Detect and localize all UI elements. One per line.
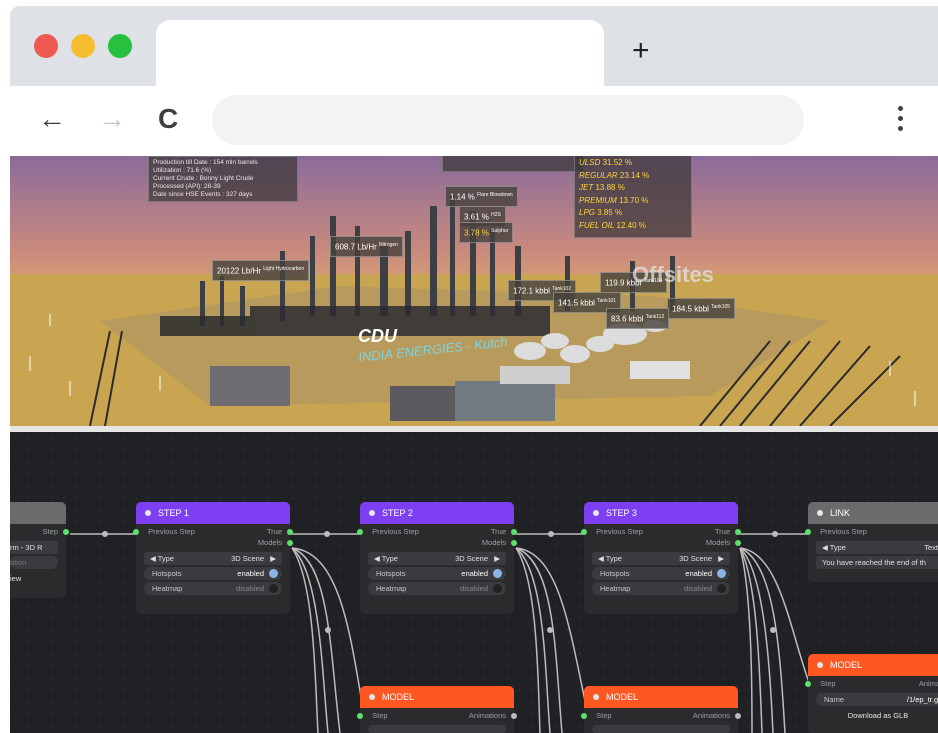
- link-previous-step-row: Previous Step: [805, 524, 938, 539]
- flare-tag[interactable]: 1.14 % Flare Blowdown: [445, 186, 518, 207]
- info-hse: Date since HSE Events : 327 days: [153, 191, 253, 198]
- info-crude: Current Crude : Bonny Light Crude: [153, 175, 254, 182]
- partial-node[interactable]: Step rm - 3D R ation iew: [10, 502, 69, 598]
- light-hydrocarbon-tag[interactable]: 20122 Lb/Hr Light Hydrocarbon: [212, 260, 310, 281]
- step-header[interactable]: STEP 2: [360, 502, 514, 524]
- model-step-row: Step Animations: [357, 708, 517, 723]
- download-glb-button[interactable]: Download as GLB: [808, 708, 938, 723]
- product-name: PREMIUM: [579, 195, 617, 205]
- reload-icon[interactable]: C: [158, 102, 178, 136]
- cdu-label: CDU: [358, 326, 397, 346]
- info-production: Production till Date : 154 mln barrels: [153, 159, 258, 166]
- heatmap-toggle[interactable]: Heatmap disabled: [368, 582, 506, 595]
- model-name-field[interactable]: [592, 725, 730, 733]
- partial-step-row: Step: [10, 524, 69, 539]
- more-menu-icon[interactable]: [898, 106, 908, 136]
- hotspots-toggle[interactable]: Hotspots enabled: [144, 567, 282, 580]
- address-bar[interactable]: [212, 95, 804, 145]
- forward-arrow-icon[interactable]: →: [98, 102, 126, 136]
- link-header[interactable]: LINK: [808, 502, 938, 524]
- partial-node-header: [10, 502, 66, 524]
- back-arrow-icon[interactable]: ←: [38, 102, 66, 136]
- partial-ation-field[interactable]: ation: [10, 556, 58, 569]
- model-header[interactable]: MODEL: [808, 654, 938, 676]
- info-processed: Processed (API): 28-39: [153, 183, 221, 190]
- product-name: REGULAR: [579, 170, 618, 180]
- product-name: LPG: [579, 208, 596, 217]
- product-name: JET: [579, 183, 594, 192]
- type-select[interactable]: ◀ Type 3D Scene ▶: [592, 552, 730, 565]
- node-editor-canvas[interactable]: Step rm - 3D R ation iew STEP 1 Previous…: [10, 432, 938, 733]
- offsites-label: Offsites: [632, 262, 714, 287]
- close-window-button[interactable]: [34, 34, 58, 58]
- product-value: 23.14 %: [619, 170, 650, 180]
- model-name-field[interactable]: [368, 725, 506, 733]
- product-name: ULSD: [579, 158, 601, 167]
- top-info-panel: [442, 156, 584, 172]
- product-name: FUEL OIL: [579, 220, 615, 230]
- product-value: 13.70 %: [619, 195, 649, 205]
- model-header[interactable]: MODEL: [360, 686, 514, 708]
- model-step-row: Step Animations: [581, 708, 741, 723]
- heatmap-toggle[interactable]: Heatmap disabled: [592, 582, 730, 595]
- model-step-row: StepAnimatio: [805, 676, 938, 691]
- info-utilization: Utilization : 71.6 (%): [153, 167, 212, 174]
- partial-form-field[interactable]: rm - 3D R: [10, 541, 58, 554]
- model-node[interactable]: MODEL StepAnimatio Name/1/ep_tr.glb Down…: [805, 654, 938, 733]
- sulphur-tag[interactable]: 3.78 % Sulphur: [459, 222, 514, 243]
- step-header[interactable]: STEP 1: [136, 502, 290, 524]
- active-tab[interactable]: [156, 20, 604, 86]
- step-node[interactable]: STEP 1 Previous Step True Models ◀ Type 3D…: [133, 502, 293, 614]
- type-select[interactable]: ◀ Type 3D Scene ▶: [144, 552, 282, 565]
- model-header[interactable]: MODEL: [584, 686, 738, 708]
- heatmap-toggle[interactable]: Heatmap disabled: [144, 582, 282, 595]
- link-type-select[interactable]: ◀ Type Text: [816, 541, 938, 554]
- partial-view-row: iew: [10, 574, 22, 583]
- type-select[interactable]: ◀ Type 3D Scene ▶: [368, 552, 506, 565]
- tank105-tag[interactable]: 184.5 kbbl Tank105: [667, 298, 736, 319]
- product-value: 13.88 %: [595, 183, 625, 192]
- refinery-3d-view[interactable]: Production till Date : 154 mln barrels U…: [10, 156, 938, 426]
- minimize-window-button[interactable]: [71, 34, 95, 58]
- hotspots-toggle[interactable]: Hotspots enabled: [368, 567, 506, 580]
- product-yield-panel: ULSD 31.52 % REGULAR 23.14 % JET 13.88 %…: [574, 156, 692, 238]
- link-message-field[interactable]: You have reached the end of th: [816, 556, 938, 569]
- nitrogen-tag[interactable]: 608.7 Lb/Hr Nitrogen: [330, 236, 403, 257]
- link-node[interactable]: LINK Previous Step ◀ Type Text You have r…: [805, 502, 938, 582]
- browser-window: + ← → C Production till Date: 154 mln b…: [0, 0, 938, 733]
- models-row: Models: [136, 535, 293, 550]
- step-node[interactable]: STEP 2 Previous Step True Models ◀ Type 3D…: [357, 502, 517, 614]
- models-row: Models: [360, 535, 517, 550]
- model-name-field[interactable]: Name/1/ep_tr.glb: [816, 693, 938, 706]
- tank112-tag[interactable]: 83.6 kbbl Tank112: [606, 308, 670, 329]
- product-value: 12.40 %: [616, 220, 646, 230]
- maximize-window-button[interactable]: [108, 34, 132, 58]
- step-node[interactable]: STEP 3 Previous Step True Models ◀ Type 3D…: [581, 502, 741, 614]
- step-header[interactable]: STEP 3: [584, 502, 738, 524]
- new-tab-button[interactable]: +: [632, 36, 650, 66]
- hotspots-toggle[interactable]: Hotspots enabled: [592, 567, 730, 580]
- model-node[interactable]: MODEL Step Animations: [357, 686, 517, 733]
- models-row: Models: [584, 535, 741, 550]
- model-node[interactable]: MODEL Step Animations: [581, 686, 741, 733]
- refinery-info-panel: Production till Date : 154 mln barrels U…: [148, 156, 298, 202]
- product-value: 3.85 %: [597, 208, 623, 217]
- product-value: 31.52 %: [602, 158, 632, 167]
